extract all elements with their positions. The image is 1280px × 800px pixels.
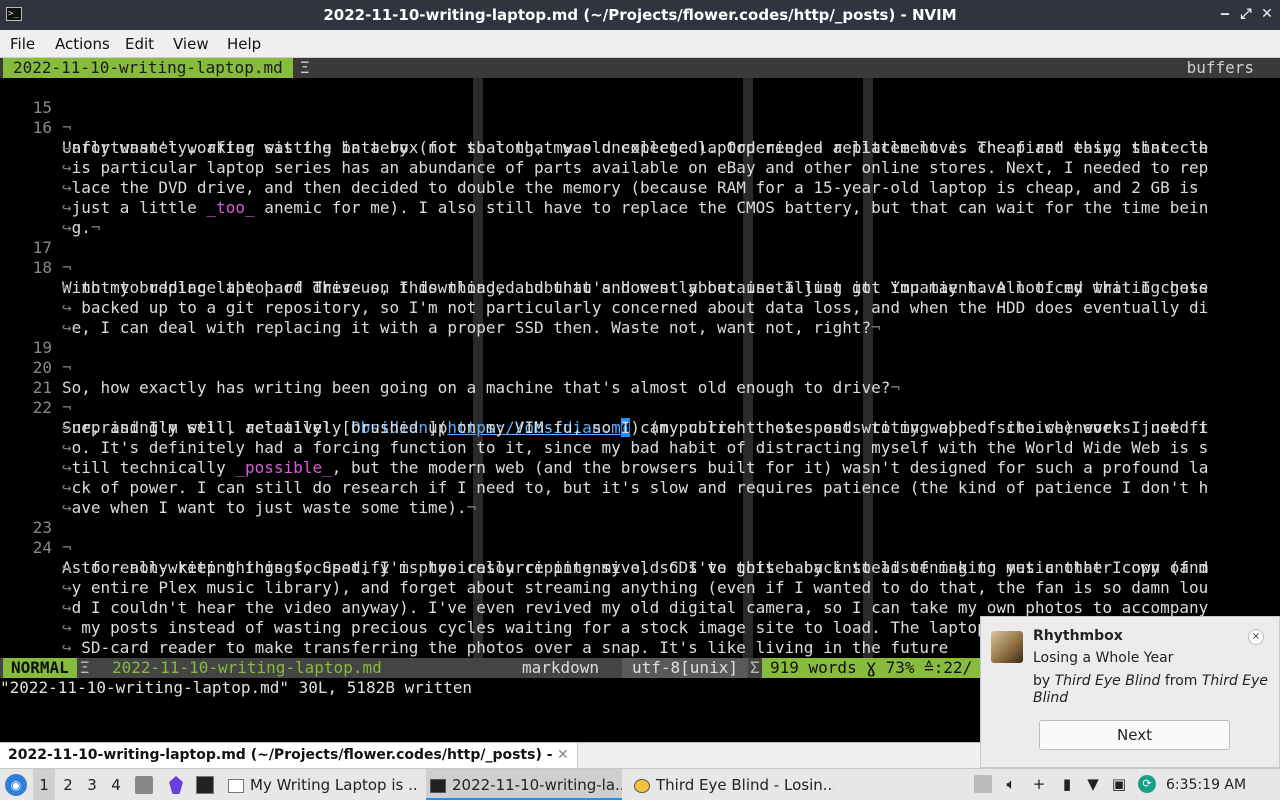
rhythmbox-notification: Rhythmbox × Losing a Whole Year by Third… bbox=[980, 616, 1280, 768]
taskbar-window-browser[interactable]: My Writing Laptop is ... bbox=[228, 769, 416, 800]
task-close-icon[interactable]: ✕ bbox=[557, 743, 569, 767]
status-encoding: utf-8[unix] bbox=[622, 658, 748, 678]
close-button[interactable]: ✕ bbox=[1258, 5, 1276, 23]
editor-line-wrap: ↪o. It's definitely had a forcing functi… bbox=[62, 438, 1209, 457]
editor-line: 18 With my budding laptop of Theseus, I … bbox=[0, 238, 1280, 297]
album-art bbox=[991, 631, 1023, 663]
editor-line-wrap: ↪is particular laptop series has an abun… bbox=[62, 158, 1209, 177]
editor-line: 19 ¬ bbox=[0, 318, 1280, 377]
window-titlebar: >_ 2022-11-10-writing-laptop.md (~/Proje… bbox=[0, 0, 1280, 30]
workspace-4[interactable]: 4 bbox=[105, 769, 127, 800]
taskbar-window-rhythmbox[interactable]: Third Eye Blind - Losin... bbox=[634, 769, 834, 800]
editor-line: 22 Surprisingly well, actually! [Obsidia… bbox=[0, 378, 1280, 437]
workspace-2[interactable]: 2 bbox=[57, 769, 79, 800]
clock[interactable]: 6:35:19 AM MST bbox=[1166, 769, 1280, 800]
volume-icon[interactable]: 🔈︎ bbox=[1002, 775, 1020, 793]
mode-indicator: NORMAL bbox=[3, 658, 77, 678]
status-separator-icon: Σ bbox=[750, 658, 760, 677]
editor-line: 23 ¬ bbox=[0, 498, 1280, 557]
editor-line-wrap: ↪ to really keep things focused, I'm phy… bbox=[62, 558, 1209, 577]
taskbar-window-nvim[interactable]: 2022-11-10-writing-la... bbox=[426, 769, 622, 800]
next-track-button[interactable]: Next bbox=[1039, 720, 1230, 750]
menu-file[interactable]: File bbox=[10, 35, 35, 53]
menu-help[interactable]: Help bbox=[227, 35, 261, 53]
wifi-icon[interactable]: ▼ bbox=[1084, 775, 1102, 793]
notification-close-icon[interactable]: × bbox=[1248, 629, 1264, 645]
workspace-3[interactable]: 3 bbox=[81, 769, 103, 800]
editor-line: 15 ¬ bbox=[0, 78, 1280, 137]
task-item[interactable]: 2022-11-10-writing-laptop.md (~/Projects… bbox=[0, 743, 578, 787]
editor-line-wrap: ↪just a little _too_ anemic for me). I a… bbox=[62, 198, 1209, 217]
maximize-button[interactable]: ⤢ bbox=[1237, 5, 1255, 23]
start-menu-button[interactable]: ◉ bbox=[5, 774, 27, 796]
chat-icon[interactable]: ▣ bbox=[1110, 775, 1128, 793]
file-icon: Ξ bbox=[80, 658, 90, 677]
buffers-label: buffers bbox=[1186, 58, 1254, 77]
clipboard-icon[interactable] bbox=[974, 775, 992, 793]
rhythmbox-window-icon bbox=[634, 778, 650, 793]
editor-line: 24 As for non-writing things, Spotify is… bbox=[0, 518, 1280, 577]
battery-icon[interactable]: ▮ bbox=[1058, 775, 1076, 793]
buffer-tab-active[interactable]: 2022-11-10-writing-laptop.md bbox=[3, 58, 293, 78]
terminal-icon[interactable] bbox=[196, 776, 214, 794]
editor-line-wrap: ↪e, I can deal with replacing it with a … bbox=[62, 318, 881, 337]
file-manager-icon[interactable] bbox=[135, 776, 153, 794]
editor-line-wrap: ↪ my posts instead of wasting precious c… bbox=[62, 618, 1209, 637]
menu-view[interactable]: View bbox=[173, 35, 209, 53]
minimize-button[interactable]: ‒ bbox=[1216, 5, 1234, 23]
editor-line-wrap: ↪ck of power. I can still do research if… bbox=[62, 478, 1209, 497]
buffer-tabline: 2022-11-10-writing-laptop.md Ξ buffers bbox=[0, 58, 1280, 78]
add-icon[interactable]: + bbox=[1030, 775, 1048, 793]
editor-line-wrap: ↪arly wasn't working was the battery (no… bbox=[62, 138, 1209, 157]
menu-edit[interactable]: Edit bbox=[125, 35, 154, 53]
editor-line: 16 Unfortunately, after sitting in a box… bbox=[0, 98, 1280, 157]
editor-line-wrap: ↪till technically _possible_, but the mo… bbox=[62, 458, 1209, 477]
notification-artist-line: by Third Eye Blind from Third Eye Blind bbox=[1033, 673, 1269, 706]
status-filename: 2022-11-10-writing-laptop.md bbox=[112, 658, 382, 677]
obsidian-icon[interactable] bbox=[169, 776, 183, 794]
editor-line-wrap: ↪y entire Plex music library), and forge… bbox=[62, 578, 1209, 597]
sync-icon[interactable]: ⟳ bbox=[1138, 775, 1156, 793]
menubar: File Actions Edit View Help bbox=[0, 30, 1280, 58]
menu-actions[interactable]: Actions bbox=[55, 35, 110, 53]
editor-line-wrap: ↪g.¬ bbox=[62, 218, 101, 237]
editor-line-wrap: ↪lace the DVD drive, and then decided to… bbox=[62, 178, 1199, 197]
editor-line-wrap: ↪ not to replace the hard drive on this … bbox=[62, 278, 1209, 297]
editor-line-wrap: ↪ backed up to a git repository, so I'm … bbox=[62, 298, 1209, 317]
browser-window-icon bbox=[228, 778, 244, 793]
terminal-window-icon bbox=[430, 778, 446, 793]
notification-app-name: Rhythmbox bbox=[1033, 628, 1123, 644]
editor-line: 17 ¬ bbox=[0, 218, 1280, 277]
status-filetype: markdown bbox=[522, 658, 600, 677]
editor-line-wrap: ↪ave when I want to just waste some time… bbox=[62, 498, 477, 517]
buffer-icon: Ξ bbox=[300, 58, 310, 77]
editor-line-wrap: ↪d I couldn't hear the video anyway). I'… bbox=[62, 598, 1209, 617]
editor-buffer[interactable]: 15 ¬ 16 Unfortunately, after sitting in … bbox=[0, 78, 1280, 658]
workspace-1[interactable]: 1 bbox=[33, 769, 55, 800]
status-stats: 919 words Ɣ 73% ≙:22/ bbox=[762, 658, 981, 678]
editor-line: 20 So, how exactly has writing been goin… bbox=[0, 338, 1280, 397]
notification-artist: Third Eye Blind bbox=[1054, 673, 1161, 689]
editor-line: 21 ¬ bbox=[0, 358, 1280, 417]
taskbar: ◉ 1 2 3 4 My Writing Laptop is ... 2022-… bbox=[0, 768, 1280, 800]
window-title: 2022-11-10-writing-laptop.md (~/Projects… bbox=[323, 6, 957, 24]
notification-song-title: Losing a Whole Year bbox=[1033, 650, 1174, 666]
editor-line-wrap: ↪ne, and I'm still relatively brushed up… bbox=[62, 418, 1209, 437]
